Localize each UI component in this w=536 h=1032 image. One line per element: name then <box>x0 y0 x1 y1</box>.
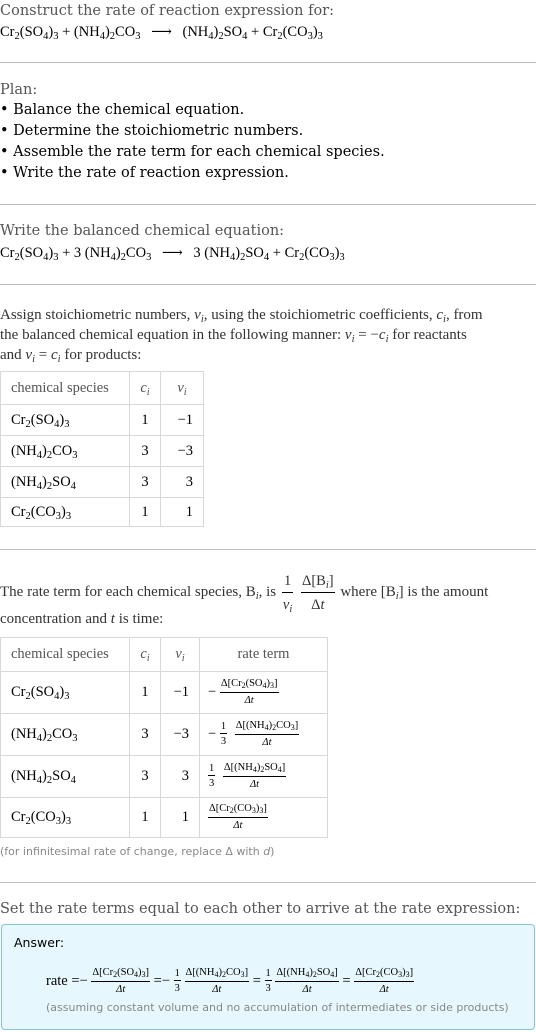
c-value: 1 <box>129 404 161 436</box>
table-row: (NH4)2SO4 3 3 <box>0 466 204 498</box>
species-cell: (NH4)2SO4 <box>0 755 130 798</box>
species-cell: (NH4)2CO3 <box>0 713 130 756</box>
rate-term-fraction: Δ[(NH4)2CO3] Δt <box>184 967 250 995</box>
nu-value: −3 <box>160 713 200 756</box>
nu-value: 3 <box>160 755 200 798</box>
nu-value: −1 <box>160 671 200 714</box>
table-row: Cr2(CO3)3 1 1 <box>0 497 204 527</box>
coefficient-fraction: 13 <box>173 967 181 995</box>
rate-term-fraction: Δ[(NH4)2CO3] Δt <box>234 720 300 748</box>
species-cell: Cr2(CO3)3 <box>0 797 130 838</box>
divider <box>0 549 536 550</box>
unbalanced-reaction: Cr2(SO4)3 + (NH4)2CO3 ⟶ (NH4)2SO4 + Cr2(… <box>0 22 323 42</box>
balanced-heading: Write the balanced chemical equation: <box>0 223 285 239</box>
c-value: 1 <box>129 797 161 838</box>
nu-value: 3 <box>160 466 204 498</box>
divider <box>0 882 536 883</box>
col-chemical-species: chemical species <box>0 637 130 672</box>
rate-term-fraction: Δ[Cr2(SO4)3] Δt <box>219 678 279 706</box>
nu-value: −1 <box>160 404 204 436</box>
rate-term-table: chemical species ci νi rate term Cr2(SO4… <box>0 637 328 838</box>
col-c-i: ci <box>129 637 161 672</box>
stoichiometry-table: chemical species ci νi Cr2(SO4)3 1 −1 (N… <box>0 371 204 527</box>
answer-box: Answer: rate =− Δ[Cr2(SO4)3] Δt =− 13 Δ[(… <box>1 924 535 1030</box>
rate-term-cell: 13 Δ[(NH4)2SO4] Δt <box>199 755 328 798</box>
c-value: 1 <box>129 497 161 527</box>
col-c-i: ci <box>129 371 161 405</box>
table-header-row: chemical species ci νi rate term <box>0 637 328 672</box>
table-row: (NH4)2CO3 3 −3 − 13 Δ[(NH4)2CO3] Δt <box>0 713 328 756</box>
species-cell: Cr2(SO4)3 <box>0 671 130 714</box>
plan-step: • Assemble the rate term for each chemic… <box>0 144 385 160</box>
rate-label: rate <box>46 973 68 989</box>
assumption-note: (assuming constant volume and no accumul… <box>46 1001 509 1014</box>
species-cell: (NH4)2CO3 <box>0 435 130 467</box>
answer-label: Answer: <box>14 935 65 950</box>
col-nu-i: νi <box>160 371 204 405</box>
coefficient-fraction: 13 <box>208 762 216 789</box>
table-row: Cr2(SO4)3 1 −1 <box>0 404 204 436</box>
table-header-row: chemical species ci νi <box>0 371 204 405</box>
final-heading: Set the rate terms equal to each other t… <box>0 901 521 917</box>
reaction-arrow-icon: ⟶ <box>151 24 172 40</box>
rate-term-fraction: Δ[Cr2(CO3)3] Δt <box>354 967 415 995</box>
rate-term-intro-line2: concentration and t is time: <box>0 611 164 627</box>
species-cell: (NH4)2SO4 <box>0 466 130 498</box>
species-nh42co3: (NH4)2CO3 <box>73 24 141 42</box>
col-rate-term: rate term <box>199 637 328 672</box>
divider <box>0 284 536 285</box>
nu-value: 1 <box>160 797 200 838</box>
table-row: Cr2(SO4)3 1 −1 − Δ[Cr2(SO4)3] Δt <box>0 671 328 714</box>
table-row: (NH4)2SO4 3 3 13 Δ[(NH4)2SO4] Δt <box>0 755 328 798</box>
table-row: (NH4)2CO3 3 −3 <box>0 435 204 467</box>
plan-step: • Determine the stoichiometric numbers. <box>0 123 304 139</box>
plus-sign: + <box>62 24 71 40</box>
c-value: 3 <box>129 713 161 756</box>
c-value: 3 <box>129 466 161 498</box>
nu-value: −3 <box>160 435 204 467</box>
c-value: 3 <box>129 755 161 798</box>
table-row: Cr2(CO3)3 1 1 Δ[Cr2(CO3)3] Δt <box>0 797 328 838</box>
rate-term-fraction: Δ[Cr2(SO4)3] Δt <box>91 967 151 995</box>
rate-expression: rate =− Δ[Cr2(SO4)3] Δt =− 13 Δ[(NH4)2CO3… <box>46 967 415 995</box>
balanced-reaction: Cr2(SO4)3 + 3 (NH4)2CO3 ⟶ 3 (NH4)2SO4 + … <box>0 245 345 263</box>
coefficient: 3 <box>193 245 201 261</box>
rate-term-fraction: Δ[Cr2(CO3)3] Δt <box>208 803 268 831</box>
rate-term-intro: The rate term for each chemical species,… <box>0 572 489 615</box>
rate-term-cell: − Δ[Cr2(SO4)3] Δt <box>199 671 328 714</box>
divider <box>0 204 536 205</box>
rate-term-cell: Δ[Cr2(CO3)3] Δt <box>199 797 328 838</box>
divider <box>0 62 536 63</box>
col-nu-i: νi <box>160 637 200 672</box>
rate-term-fraction: Δ[(NH4)2SO4] Δt <box>275 967 339 995</box>
species-cr2co33: Cr2(CO3)3 <box>262 24 323 42</box>
one-over-nu-fraction: 1 νi <box>281 572 294 615</box>
plan-step: • Balance the chemical equation. <box>0 102 245 118</box>
col-chemical-species: chemical species <box>0 371 130 405</box>
delta-b-over-delta-t-fraction: Δ[Bi] Δt <box>301 572 335 613</box>
plan-step: • Write the rate of reaction expression. <box>0 165 289 181</box>
coefficient: 3 <box>73 245 82 261</box>
nu-value: 1 <box>160 497 204 527</box>
plan-heading: Plan: <box>0 82 38 98</box>
intro-heading: Construct the rate of reaction expressio… <box>0 3 334 19</box>
plus-sign: + <box>251 24 260 40</box>
c-value: 3 <box>129 435 161 467</box>
species-cell: Cr2(SO4)3 <box>0 404 130 436</box>
assign-paragraph: Assign stoichiometric numbers, νi, using… <box>0 307 483 365</box>
coefficient-fraction: 13 <box>219 720 228 747</box>
coefficient-fraction: 13 <box>264 967 272 995</box>
species-nh42so4: (NH4)2SO4 <box>182 24 248 42</box>
species-cell: Cr2(CO3)3 <box>0 497 130 527</box>
c-value: 1 <box>129 671 161 714</box>
infinitesimal-footnote: (for infinitesimal rate of change, repla… <box>0 845 275 858</box>
rate-term-fraction: Δ[(NH4)2SO4] Δt <box>222 762 287 790</box>
species-cr2so43: Cr2(SO4)3 <box>0 24 59 42</box>
rate-term-cell: − 13 Δ[(NH4)2CO3] Δt <box>199 713 328 756</box>
reaction-arrow-icon: ⟶ <box>161 245 183 261</box>
